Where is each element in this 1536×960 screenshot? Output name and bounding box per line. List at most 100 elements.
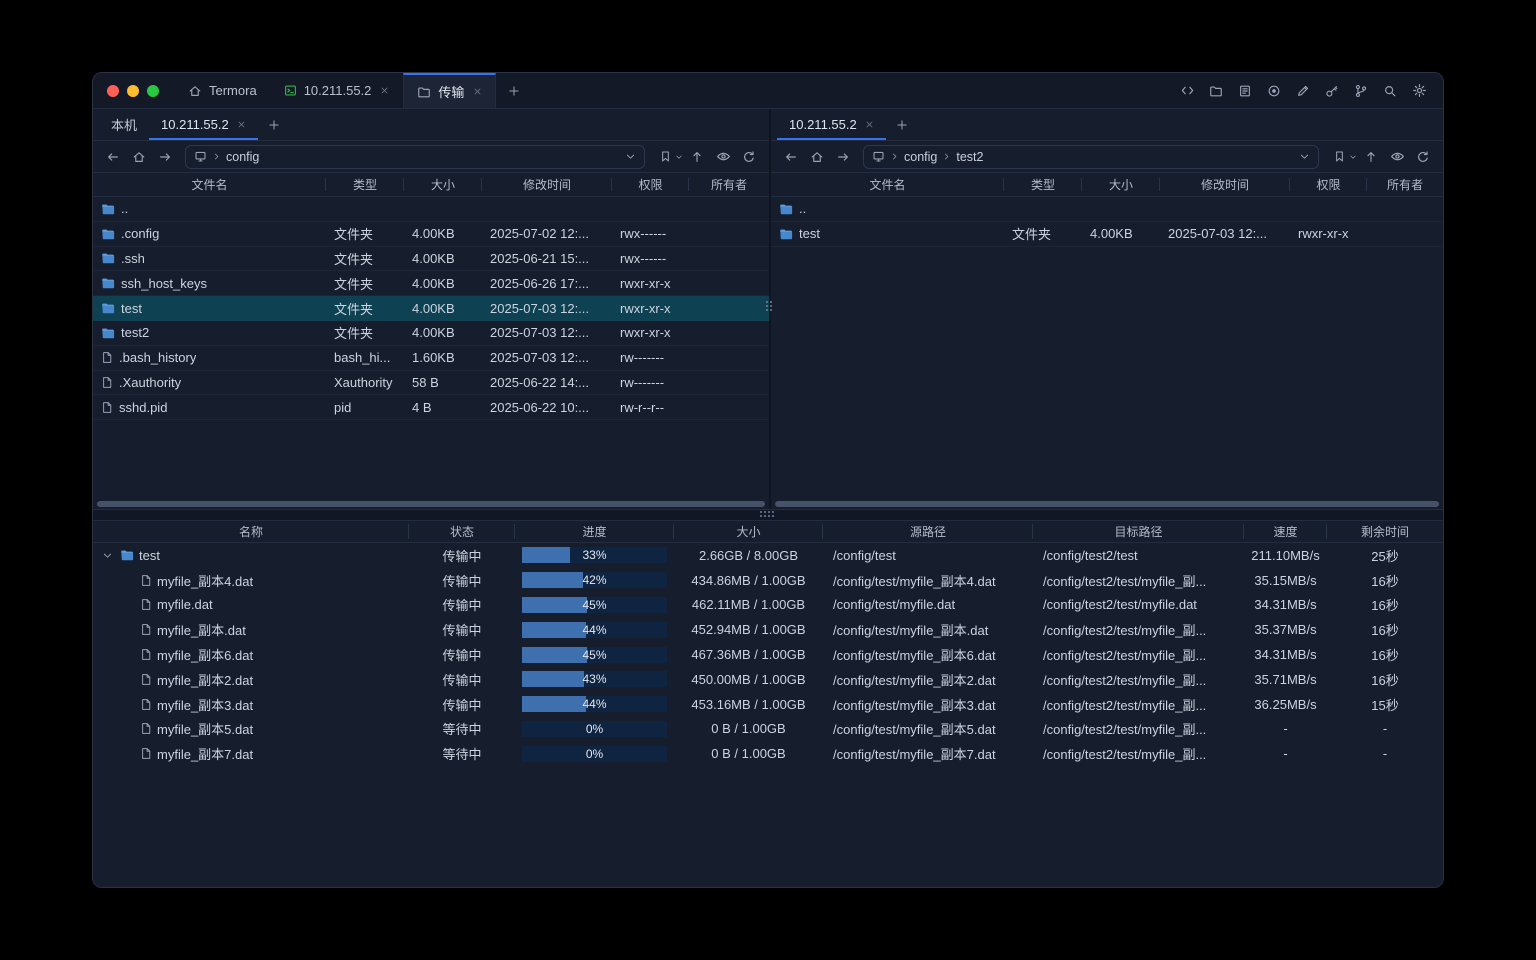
search-icon[interactable] [1380,81,1400,101]
close-icon[interactable] [473,87,482,96]
panel-tab[interactable]: 10.211.55.2 [149,109,258,140]
path-breadcrumb[interactable]: config [185,145,645,169]
back-button[interactable] [779,145,803,169]
transfer-row[interactable]: myfile_副本5.dat等待中0%0 B / 1.00GB/config/t… [93,717,1443,742]
branch-icon[interactable] [1351,81,1371,101]
column-header-size[interactable]: 大小 [1082,173,1160,196]
close-icon[interactable] [237,120,246,129]
path-breadcrumb[interactable]: config test2 [863,145,1319,169]
column-header-target[interactable]: 目标路径 [1033,521,1244,542]
record-icon[interactable] [1264,81,1284,101]
transfer-row[interactable]: myfile.dat传输中45%462.11MB / 1.00GB/config… [93,593,1443,618]
breadcrumb-segment[interactable]: config [904,150,937,164]
file-size: 1.60KB [404,346,482,370]
column-header-name[interactable]: 名称 [93,521,409,542]
column-header-type[interactable]: 类型 [1004,173,1082,196]
file-row[interactable]: test2文件夹4.00KB2025-07-03 12:...rwxr-xr-x [93,321,769,346]
panel-tab[interactable]: 10.211.55.2 [777,109,886,140]
upload-button[interactable] [685,145,709,169]
file-row[interactable]: .. [771,197,1443,222]
breadcrumb-segment[interactable]: test2 [956,150,983,164]
horizontal-scrollbar[interactable] [771,499,1443,509]
path-dropdown-icon[interactable] [1299,151,1310,162]
column-header-mtime[interactable]: 修改时间 [1160,173,1290,196]
expand-chevron-icon[interactable] [99,550,115,561]
column-header-size[interactable]: 大小 [674,521,823,542]
column-header-speed[interactable]: 速度 [1244,521,1327,542]
file-row[interactable]: .config文件夹4.00KB2025-07-02 12:...rwx----… [93,222,769,247]
column-header-owner[interactable]: 所有者 [689,173,769,196]
file-row[interactable]: .XauthorityXauthority58 B2025-06-22 14:.… [93,371,769,396]
edit-icon[interactable] [1293,81,1313,101]
bookmark-icon[interactable] [653,145,677,169]
file-row[interactable]: test文件夹4.00KB2025-07-03 12:...rwxr-xr-x [771,222,1443,247]
file-row[interactable]: test文件夹4.00KB2025-07-03 12:...rwxr-xr-x [93,296,769,321]
panel-tab[interactable]: 本机 [99,109,149,140]
breadcrumb-segment[interactable]: config [226,150,259,164]
show-hidden-files-button[interactable] [711,145,735,169]
path-dropdown-icon[interactable] [625,151,636,162]
transfer-row[interactable]: test传输中33%2.66GB / 8.00GB/config/test/co… [93,543,1443,568]
column-header-size[interactable]: 大小 [404,173,482,196]
folder-icon[interactable] [1206,81,1226,101]
code-icon[interactable] [1177,81,1197,101]
column-header-name[interactable]: 文件名 [771,173,1004,196]
key-icon[interactable] [1322,81,1342,101]
back-button[interactable] [101,145,125,169]
transfer-row[interactable]: myfile_副本2.dat传输中43%450.00MB / 1.00GB/co… [93,667,1443,692]
transfer-row[interactable]: myfile_副本3.dat传输中44%453.16MB / 1.00GB/co… [93,692,1443,717]
bookmark-icon[interactable] [1327,145,1351,169]
column-header-source[interactable]: 源路径 [823,521,1033,542]
column-header-name[interactable]: 文件名 [93,173,326,196]
forward-button[interactable] [831,145,855,169]
file-row[interactable]: .. [93,197,769,222]
home-button[interactable] [127,145,151,169]
file-row[interactable]: ssh_host_keys文件夹4.00KB2025-06-26 17:...r… [93,271,769,296]
column-header-eta[interactable]: 剩余时间 [1327,521,1443,542]
refresh-button[interactable] [1411,145,1435,169]
column-header-perm[interactable]: 权限 [612,173,689,196]
new-tab-button[interactable] [496,73,532,108]
column-header-owner[interactable]: 所有者 [1367,173,1443,196]
column-header-mtime[interactable]: 修改时间 [482,173,612,196]
file-row[interactable]: .ssh文件夹4.00KB2025-06-21 15:...rwx------ [93,247,769,272]
session-log-icon[interactable] [1235,81,1255,101]
close-window-button[interactable] [107,85,119,97]
file-row[interactable]: .bash_historybash_hi...1.60KB2025-07-03 … [93,346,769,371]
file-row[interactable]: sshd.pidpid4 B2025-06-22 10:...rw-r--r-- [93,395,769,420]
column-header-status[interactable]: 状态 [409,521,515,542]
transfer-source-path: /config/test/myfile_副本3.dat [823,692,1033,717]
close-icon[interactable] [865,120,874,129]
tab-host-session[interactable]: 10.211.55.2 [271,73,404,108]
bookmark-dropdown-icon[interactable] [675,153,683,161]
tab-termora[interactable]: Termora [175,73,271,108]
panel-splitter[interactable] [769,109,771,509]
transfer-row[interactable]: myfile_副本7.dat等待中0%0 B / 1.00GB/config/t… [93,741,1443,766]
show-hidden-files-button[interactable] [1385,145,1409,169]
column-header-perm[interactable]: 权限 [1290,173,1367,196]
transfer-row[interactable]: myfile_副本4.dat传输中42%434.86MB / 1.00GB/co… [93,568,1443,593]
home-button[interactable] [805,145,829,169]
column-header-type[interactable]: 类型 [326,173,404,196]
forward-button[interactable] [153,145,177,169]
settings-icon[interactable] [1409,81,1429,101]
zoom-window-button[interactable] [147,85,159,97]
refresh-button[interactable] [737,145,761,169]
minimize-window-button[interactable] [127,85,139,97]
transfer-source-path: /config/test/myfile_副本5.dat [823,717,1033,742]
transfer-row[interactable]: myfile_副本6.dat传输中45%467.36MB / 1.00GB/co… [93,642,1443,667]
transfer-row[interactable]: myfile_副本.dat传输中44%452.94MB / 1.00GB/con… [93,617,1443,642]
upload-button[interactable] [1359,145,1383,169]
horizontal-scrollbar[interactable] [93,499,769,509]
scrollbar-thumb[interactable] [97,501,765,507]
scrollbar-thumb[interactable] [775,501,1439,507]
bookmark-dropdown-icon[interactable] [1349,153,1357,161]
tab-transfer[interactable]: 传输 [403,73,496,108]
add-panel-tab-button[interactable] [258,109,290,140]
file-owner [689,346,769,370]
add-panel-tab-button[interactable] [886,109,918,140]
close-icon[interactable] [380,86,389,95]
transfer-splitter[interactable] [93,509,1443,521]
transfer-name: myfile_副本7.dat [157,744,253,763]
column-header-progress[interactable]: 进度 [515,521,674,542]
